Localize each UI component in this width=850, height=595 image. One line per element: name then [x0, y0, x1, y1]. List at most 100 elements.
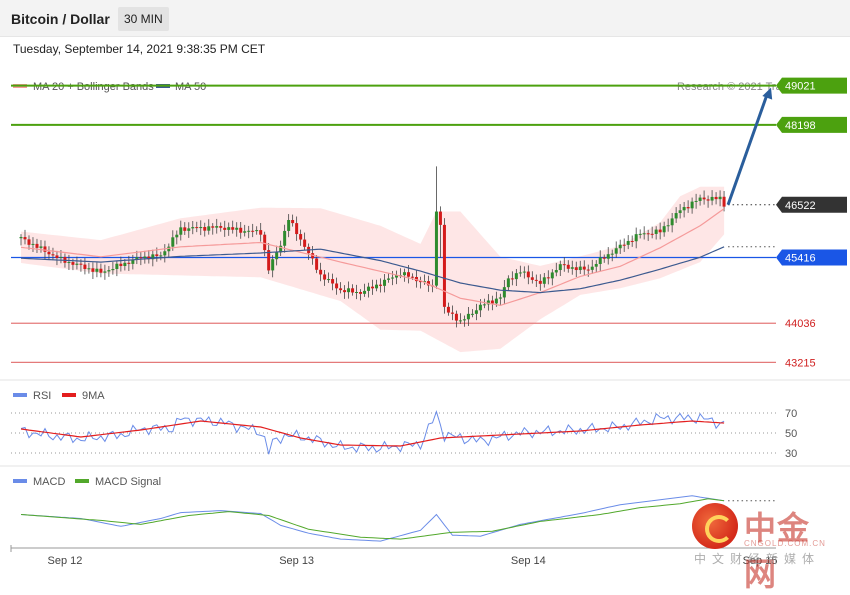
legend-swatch-rsi — [13, 393, 27, 397]
candle-body — [175, 234, 179, 238]
candle-body — [482, 304, 486, 306]
candle-body — [714, 196, 718, 200]
candle-body — [718, 196, 722, 200]
candle-body — [630, 240, 634, 242]
watermark-slogan: 中文财经新媒体 — [694, 552, 821, 566]
candle-body — [367, 286, 371, 291]
candle-body — [626, 240, 630, 245]
candle-body — [570, 267, 574, 269]
watermark-brand: 中金网 — [744, 509, 811, 593]
candle-body — [410, 276, 414, 278]
candle-body — [107, 270, 111, 272]
watermark-logo-icon — [692, 503, 738, 549]
candle-body — [666, 225, 670, 227]
candle-body — [690, 201, 694, 209]
candle-body — [171, 237, 175, 247]
candle-body — [359, 291, 363, 294]
candle-body — [642, 233, 646, 235]
candle-body — [99, 268, 103, 273]
candle-body — [618, 244, 622, 249]
candle-body — [406, 272, 410, 277]
candle-body — [31, 243, 35, 245]
candle-body — [119, 263, 123, 267]
candle-body — [678, 210, 682, 214]
candle-body — [191, 227, 195, 229]
candle-body — [79, 263, 83, 265]
candle-body — [706, 199, 710, 201]
level-tag-text-46522: 46522 — [785, 200, 816, 212]
candle-body — [127, 262, 131, 264]
candle-body — [474, 310, 478, 314]
candle-body — [554, 270, 558, 273]
candle-body — [622, 244, 626, 246]
candle-body — [51, 254, 55, 256]
candle-body — [387, 278, 391, 280]
candle-body — [438, 211, 442, 225]
legend-swatch-9ma — [62, 393, 76, 397]
candle-body — [674, 213, 678, 219]
candle-body — [291, 220, 295, 224]
candle-body — [402, 272, 406, 276]
x-tick-label-0: Sep 12 — [48, 555, 83, 567]
candle-body — [391, 277, 395, 279]
candle-body — [251, 230, 255, 232]
candle-body — [379, 284, 383, 286]
candle-body — [638, 233, 642, 235]
candle-body — [454, 313, 458, 321]
candle-body — [698, 197, 702, 201]
rsi-9ma-line — [20, 420, 725, 447]
candle-body — [538, 280, 542, 284]
candle-body — [231, 227, 235, 230]
candle-body — [371, 286, 375, 289]
candle-body — [450, 312, 454, 314]
candle-body — [682, 207, 686, 211]
candle-body — [598, 257, 602, 264]
candle-body — [187, 228, 191, 231]
rsi-tick-30: 30 — [785, 448, 797, 460]
candle-body — [319, 269, 323, 275]
candle-body — [578, 266, 582, 271]
candle-body — [606, 254, 610, 259]
candle-body — [654, 229, 658, 234]
candle-body — [478, 304, 482, 311]
candle-body — [71, 262, 75, 265]
candle-body — [115, 263, 119, 270]
watermark: 中金网 CNGOLD.COM.CN 中文财经新媒体 — [692, 503, 842, 593]
rsi-tick-70: 70 — [785, 408, 797, 420]
candle-body — [199, 226, 203, 229]
x-tick-label-1: Sep 13 — [279, 555, 314, 567]
candle-body — [87, 268, 91, 270]
candle-body — [582, 266, 586, 270]
level-label-44036: 44036 — [785, 318, 816, 330]
rsi-legend-label: RSI — [33, 390, 51, 402]
candle-body — [434, 211, 438, 286]
candle-body — [91, 268, 95, 272]
candle-body — [686, 207, 690, 209]
candle-body — [518, 272, 522, 274]
candle-body — [195, 227, 199, 229]
candle-body — [299, 234, 303, 240]
candle-body — [159, 255, 163, 257]
candle-body — [327, 279, 331, 281]
candle-body — [163, 251, 167, 256]
macd-signal-legend-label: MACD Signal — [95, 476, 161, 488]
candle-body — [722, 196, 726, 207]
candle-body — [550, 272, 554, 279]
candle-body — [235, 227, 239, 230]
x-tick-label-2: Sep 14 — [511, 555, 546, 567]
candle-body — [710, 196, 714, 201]
watermark-domain: CNGOLD.COM.CN — [744, 539, 826, 548]
candle-body — [634, 234, 638, 242]
candle-body — [139, 257, 143, 259]
candle-body — [259, 230, 263, 235]
candle-body — [351, 288, 355, 293]
candle-body — [271, 259, 275, 271]
candle-body — [702, 197, 706, 200]
candle-body — [546, 277, 550, 279]
candle-body — [207, 226, 211, 231]
legend-swatch-macd — [13, 479, 27, 483]
candle-body — [694, 200, 698, 202]
candle-body — [375, 284, 379, 289]
level-tag-text-49021: 49021 — [785, 81, 816, 93]
candle-body — [442, 224, 446, 307]
